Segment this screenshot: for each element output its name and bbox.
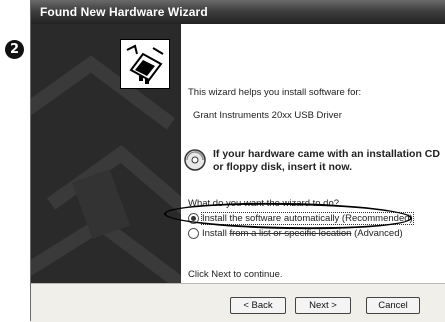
back-button[interactable]: < Back (230, 297, 286, 314)
question-text: What do you want the wizard to do? (188, 198, 340, 209)
intro-text: This wizard helps you install software f… (188, 87, 362, 98)
radio-label-list-prefix: Install (202, 227, 230, 239)
radio-button-list[interactable] (188, 227, 199, 239)
radio-button-auto[interactable] (188, 212, 199, 224)
wizard-content: This wizard helps you install software f… (163, 24, 445, 283)
cd-prompt: If your hardware came with an installati… (213, 148, 440, 174)
radio-label-list-obscured: from a list or specific location (229, 227, 352, 239)
cd-disc-icon (184, 149, 206, 171)
button-bar: < Back Next > Cancel (31, 283, 445, 322)
continue-hint: Click Next to continue. (188, 269, 283, 280)
cd-prompt-line1: If your hardware came with an installati… (213, 148, 440, 160)
radio-label-list[interactable]: Install from a list or specific location… (202, 228, 403, 239)
title-bar[interactable]: Found New Hardware Wizard (31, 0, 445, 24)
step-number-badge: 2 (5, 40, 24, 59)
wizard-side-panel (31, 24, 181, 283)
hardware-card-icon (120, 39, 170, 89)
radio-label-list-suffix: (Advanced) (351, 227, 403, 239)
window-title: Found New Hardware Wizard (40, 5, 208, 19)
radio-install-from-list[interactable]: Install from a list or specific location… (188, 227, 403, 239)
radio-install-automatically[interactable]: Install the software automatically (Reco… (188, 211, 414, 225)
device-name: Grant Instruments 20xx USB Driver (193, 110, 342, 121)
cd-prompt-line2: or floppy disk, insert it now. (213, 161, 353, 173)
cancel-button[interactable]: Cancel (366, 297, 420, 314)
next-button[interactable]: Next > (295, 297, 351, 314)
wizard-window: Found New Hardware Wizard This wizard he… (30, 0, 445, 322)
radio-label-auto[interactable]: Install the software automatically (Reco… (201, 211, 414, 225)
